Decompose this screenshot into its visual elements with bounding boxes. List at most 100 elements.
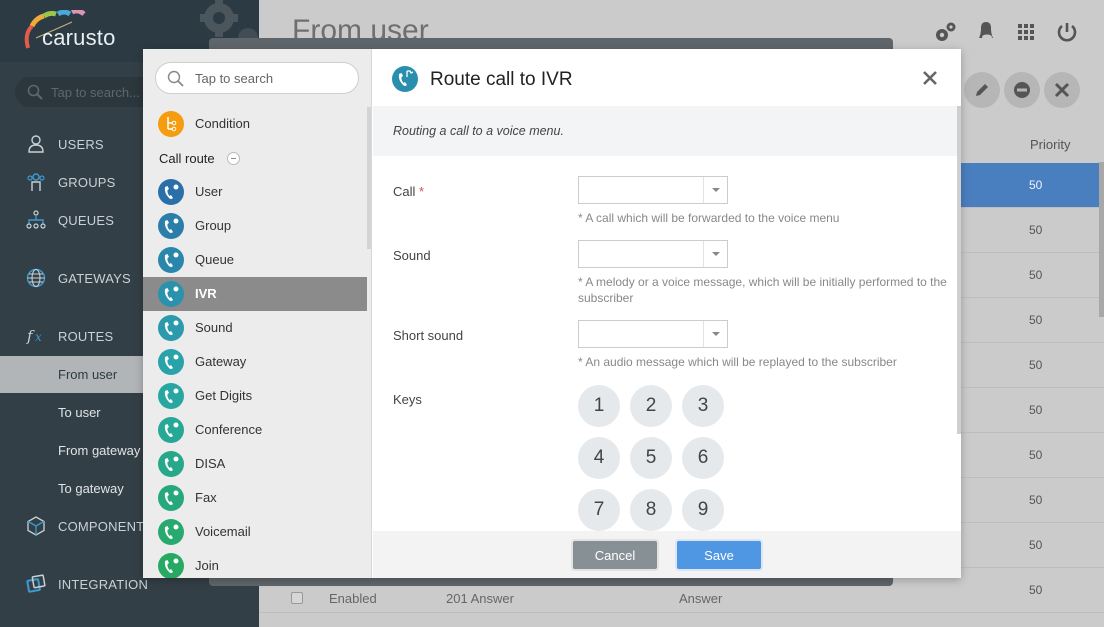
dialog-scrollbar[interactable] [957, 106, 961, 434]
component-voicemail[interactable]: Voicemail [143, 515, 367, 549]
disa-icon [158, 451, 184, 477]
component-disa[interactable]: DISA [143, 447, 367, 481]
key-4-button[interactable]: 4 [578, 437, 620, 479]
svg-text:f: f [26, 327, 35, 345]
close-icon[interactable] [921, 69, 939, 87]
disable-button[interactable] [1004, 72, 1040, 108]
component-sound[interactable]: Sound [143, 311, 367, 345]
component-label: Gateway [195, 354, 247, 369]
component-gateway[interactable]: Gateway [143, 345, 367, 379]
sub-label: To gateway [58, 481, 124, 496]
search-icon [167, 70, 184, 87]
component-label: Sound [195, 320, 233, 335]
apps-icon[interactable] [1013, 19, 1039, 45]
integration-icon [26, 574, 46, 593]
cancel-button[interactable]: Cancel [573, 541, 657, 569]
key-5-button[interactable]: 5 [630, 437, 672, 479]
component-fax[interactable]: Fax [143, 481, 367, 515]
conference-icon [158, 417, 184, 443]
component-label: Group [195, 218, 232, 233]
user-icon [158, 179, 184, 205]
component-label: Get Digits [195, 388, 253, 403]
short-sound-hint: * An audio message which will be replaye… [578, 355, 897, 369]
priority-cell: 50 [1029, 313, 1043, 327]
key-2-button[interactable]: 2 [630, 385, 672, 427]
key-6-button[interactable]: 6 [682, 437, 724, 479]
search-icon [27, 84, 43, 100]
get-digits-icon [158, 383, 184, 409]
component-join[interactable]: Join [143, 549, 367, 578]
nav-label: INTEGRATION [58, 576, 149, 592]
queue-icon [158, 247, 184, 273]
delete-button[interactable] [1044, 72, 1080, 108]
key-7-button[interactable]: 7 [578, 489, 620, 531]
key-1-button[interactable]: 1 [578, 385, 620, 427]
component-ivr[interactable]: IVR [143, 277, 367, 311]
component-user[interactable]: User [143, 175, 367, 209]
fax-icon [158, 485, 184, 511]
edit-button[interactable] [964, 72, 1000, 108]
ivr-icon [392, 66, 418, 92]
ivr-icon [158, 281, 184, 307]
component-get-digits[interactable]: Get Digits [143, 379, 367, 413]
short-sound-select[interactable] [578, 320, 728, 348]
dialog-header: Route call to IVR [373, 49, 961, 106]
key-8-button[interactable]: 8 [630, 489, 672, 531]
queue-icon [26, 210, 46, 229]
sub-label: To user [58, 405, 101, 420]
main-scrollbar[interactable] [1099, 162, 1104, 317]
power-icon[interactable] [1054, 19, 1080, 45]
nav-label: QUEUES [58, 212, 115, 228]
key-9-button[interactable]: 9 [682, 489, 724, 531]
group-label-call-route: Call route [159, 151, 215, 166]
short-sound-label: Short sound [393, 328, 464, 343]
sound-hint: * A melody or a voice message, which wil… [578, 275, 947, 305]
row-checkbox[interactable] [291, 592, 303, 604]
settings-icon[interactable] [933, 19, 959, 45]
notifications-icon[interactable] [973, 18, 999, 44]
collapse-icon[interactable] [227, 152, 240, 165]
column-label: Priority [1030, 137, 1071, 152]
chevron-down-icon [703, 321, 727, 347]
component-group[interactable]: Group [143, 209, 367, 243]
edit-icon [976, 84, 988, 96]
call-hint: * A call which will be forwarded to the … [578, 211, 840, 225]
chevron-down-icon [703, 177, 727, 203]
nav-label: GROUPS [58, 174, 116, 190]
priority-cell: 50 [1029, 403, 1043, 417]
name-cell: 201 Answer [446, 591, 514, 606]
priority-cell: 50 [1029, 178, 1043, 192]
voicemail-icon [158, 519, 184, 545]
priority-cell: 50 [1029, 448, 1043, 462]
column-header-priority[interactable]: Priority [959, 124, 1104, 164]
globe-icon [26, 268, 46, 288]
save-button[interactable]: Save [677, 541, 761, 569]
required-mark: * [419, 184, 425, 199]
dialog-footer: Cancel Save [373, 531, 961, 578]
call-select[interactable] [578, 176, 728, 204]
nav-label: GATEWAYS [58, 270, 131, 286]
component-label: Conference [195, 422, 263, 437]
delete-icon [1054, 82, 1070, 98]
key-3-button[interactable]: 3 [682, 385, 724, 427]
component-queue[interactable]: Queue [143, 243, 367, 277]
status-cell: Enabled [329, 591, 377, 606]
action-cell: Answer [679, 591, 723, 606]
component-list-panel: Tap to search Condition Call route User G… [143, 49, 372, 578]
sub-label: From user [58, 367, 118, 382]
route-component-dialog: Tap to search Condition Call route User G… [143, 49, 961, 578]
description-text: Routing a call to a voice menu. [393, 124, 564, 138]
function-icon: fx [26, 327, 42, 345]
component-list-scrollbar[interactable] [367, 107, 371, 249]
sound-select[interactable] [578, 240, 728, 268]
join-icon [158, 553, 184, 578]
nav-label: USERS [58, 136, 104, 152]
component-conference[interactable]: Conference [143, 413, 367, 447]
component-condition[interactable]: Condition [143, 107, 367, 141]
user-icon [28, 135, 44, 153]
svg-text:x: x [35, 330, 42, 344]
component-search-input[interactable]: Tap to search [155, 62, 359, 94]
group-icon [27, 173, 45, 191]
priority-cell: 50 [1029, 268, 1043, 282]
priority-cell: 50 [1029, 583, 1043, 597]
